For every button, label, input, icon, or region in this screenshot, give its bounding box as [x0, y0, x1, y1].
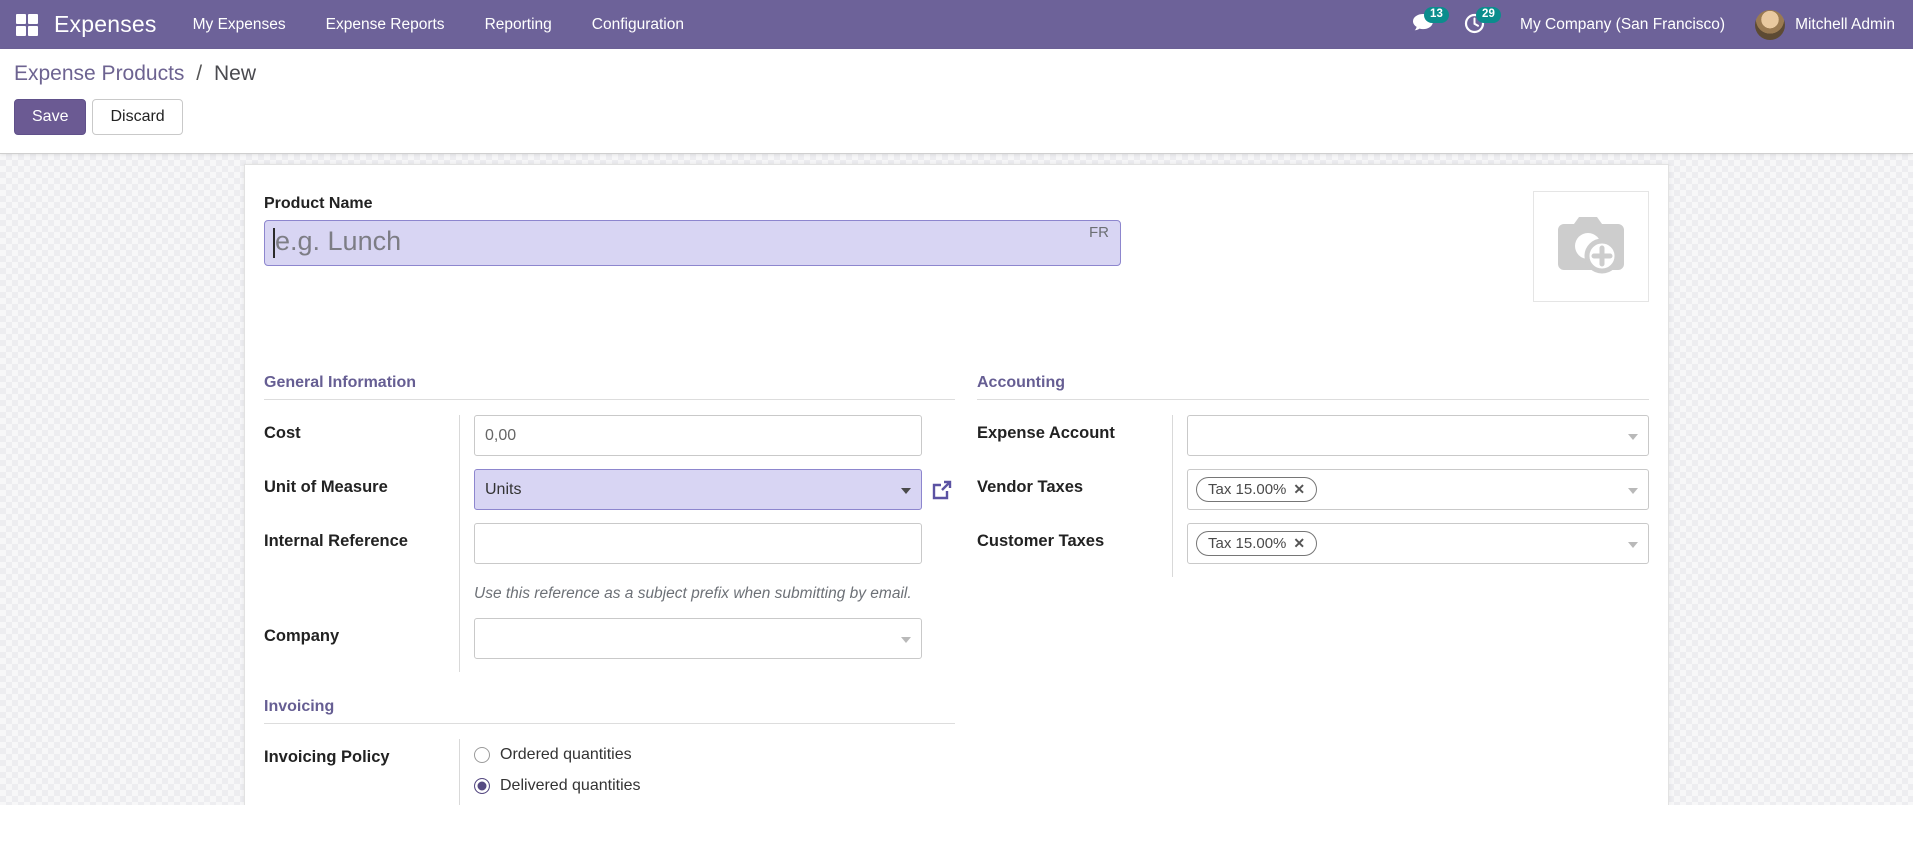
unit-of-measure-value: Units: [485, 480, 522, 498]
messages-count-badge: 13: [1424, 6, 1449, 24]
vendor-taxes-label: Vendor Taxes: [977, 478, 1084, 496]
customer-taxes-label: Customer Taxes: [977, 532, 1105, 550]
control-panel: Expense Products / New Save Discard: [0, 49, 1913, 154]
tax-tag: Tax 15.00% ✕: [1196, 477, 1318, 502]
group-accounting: Accounting Expense Account Vendor Taxes: [977, 374, 1649, 577]
unit-of-measure-label: Unit of Measure: [264, 478, 388, 496]
breadcrumb: Expense Products / New: [14, 62, 1899, 86]
cost-input[interactable]: [474, 415, 922, 456]
expense-account-select[interactable]: [1187, 415, 1649, 456]
save-button[interactable]: Save: [14, 99, 87, 135]
general-information-title: General Information: [264, 374, 955, 400]
chevron-down-icon: [901, 636, 911, 643]
form-background: Product Name FR: [0, 154, 1913, 805]
radio-icon: [474, 746, 490, 763]
radio-icon: [474, 777, 490, 794]
cost-label: Cost: [264, 424, 301, 442]
top-navbar: Expenses My Expenses Expense Reports Rep…: [0, 0, 1913, 49]
apps-menu-icon[interactable]: [16, 13, 38, 36]
product-form-sheet: Product Name FR: [244, 164, 1669, 805]
radio-delivered-quantities[interactable]: Delivered quantities: [474, 770, 955, 801]
chevron-down-icon: [901, 487, 911, 494]
main-menu: My Expenses Expense Reports Reporting Co…: [191, 2, 686, 48]
unit-of-measure-select[interactable]: Units: [474, 469, 922, 510]
menu-my-expenses[interactable]: My Expenses: [191, 2, 288, 48]
group-invoicing: Invoicing Invoicing Policy Ordered quant…: [264, 698, 955, 805]
group-general-information: General Information Cost Unit of Measure…: [264, 374, 955, 673]
translation-lang-badge[interactable]: FR: [1089, 224, 1109, 241]
user-menu[interactable]: Mitchell Admin: [1755, 9, 1895, 40]
camera-plus-icon: [1552, 214, 1630, 280]
product-name-label: Product Name: [264, 195, 373, 212]
company-switcher[interactable]: My Company (San Francisco): [1520, 16, 1725, 34]
chevron-down-icon: [1628, 433, 1638, 440]
tax-tag: Tax 15.00% ✕: [1196, 531, 1318, 556]
expense-account-label: Expense Account: [977, 424, 1115, 442]
company-select[interactable]: [474, 618, 922, 660]
remove-tag-icon[interactable]: ✕: [1293, 535, 1305, 552]
menu-configuration[interactable]: Configuration: [590, 2, 686, 48]
menu-reporting[interactable]: Reporting: [483, 2, 554, 48]
menu-expense-reports[interactable]: Expense Reports: [324, 2, 447, 48]
invoicing-title: Invoicing: [264, 698, 955, 725]
breadcrumb-separator: /: [196, 62, 203, 85]
chevron-down-icon: [1628, 541, 1638, 548]
activities-count-badge: 29: [1476, 6, 1501, 24]
text-cursor: [273, 228, 275, 258]
avatar: [1755, 9, 1786, 40]
discard-button[interactable]: Discard: [92, 99, 183, 135]
remove-tag-icon[interactable]: ✕: [1293, 481, 1305, 498]
internal-reference-label: Internal Reference: [264, 532, 408, 550]
company-label: Company: [264, 627, 340, 646]
activities-button[interactable]: 29: [1464, 6, 1501, 37]
accounting-title: Accounting: [977, 374, 1649, 400]
external-link-icon[interactable]: [930, 478, 954, 502]
invoicing-policy-label: Invoicing Policy: [264, 748, 390, 767]
app-title[interactable]: Expenses: [54, 11, 157, 38]
vendor-taxes-field[interactable]: Tax 15.00% ✕: [1187, 469, 1649, 510]
breadcrumb-current: New: [213, 62, 256, 85]
breadcrumb-expense-products[interactable]: Expense Products: [14, 62, 184, 85]
customer-taxes-field[interactable]: Tax 15.00% ✕: [1187, 523, 1649, 564]
internal-reference-help-text: Use this reference as a subject prefix w…: [474, 585, 912, 602]
radio-ordered-quantities[interactable]: Ordered quantities: [474, 739, 955, 770]
product-name-input[interactable]: [264, 220, 1121, 266]
user-name: Mitchell Admin: [1795, 15, 1895, 33]
internal-reference-input[interactable]: [474, 523, 922, 564]
chevron-down-icon: [1628, 487, 1638, 494]
product-image-upload[interactable]: [1533, 191, 1649, 302]
messages-button[interactable]: 13: [1412, 6, 1449, 37]
